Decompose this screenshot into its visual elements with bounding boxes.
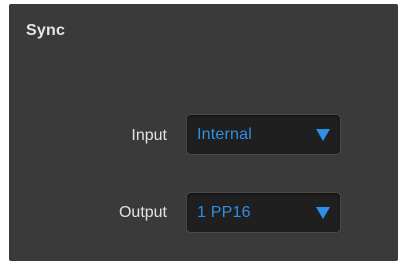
output-dropdown-value: 1 PP16 [197, 204, 251, 221]
sync-panel: Sync Input Internal Output 1 PP16 [9, 4, 398, 261]
input-dropdown-value: Internal [197, 126, 252, 143]
triangle-down-icon [316, 207, 330, 219]
output-label: Output [118, 204, 167, 221]
output-dropdown[interactable]: 1 PP16 [186, 192, 341, 233]
input-label: Input [131, 127, 167, 144]
input-dropdown[interactable]: Internal [186, 114, 341, 155]
panel-title: Sync [26, 22, 66, 39]
triangle-down-icon [316, 129, 330, 141]
